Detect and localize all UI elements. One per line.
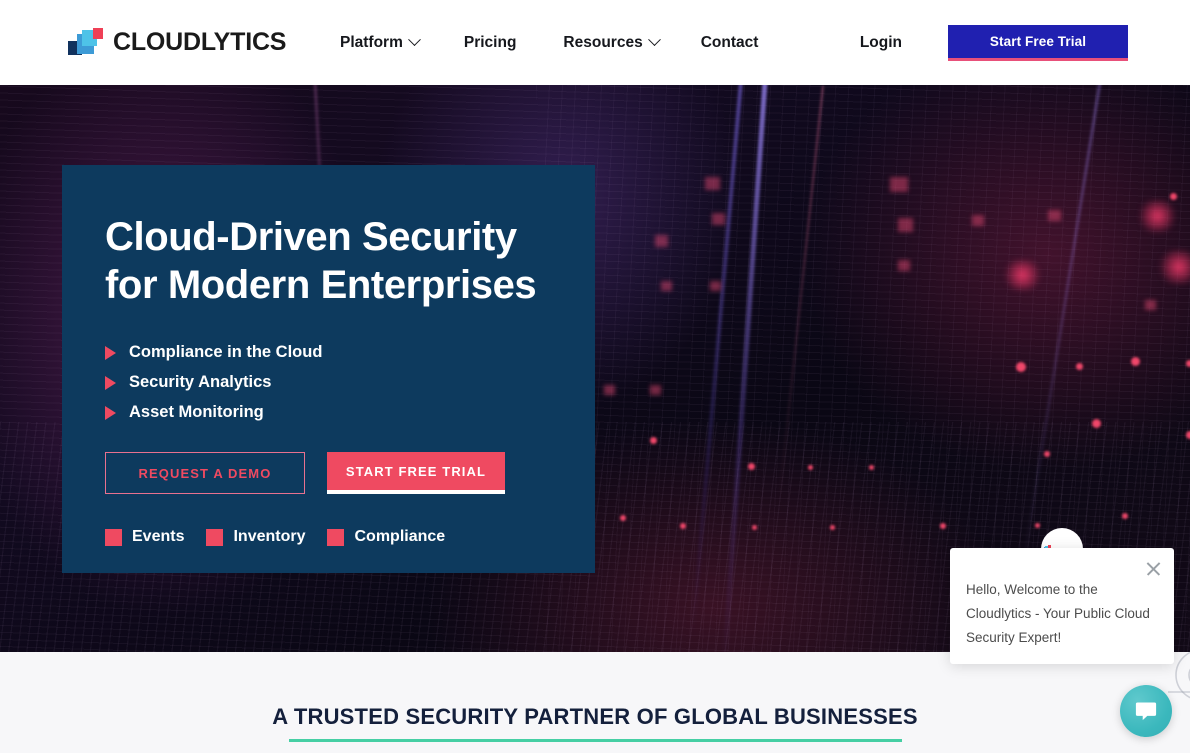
swatch-icon (105, 528, 122, 546)
chat-welcome-popup: Hello, Welcome to the Cloudlytics - Your… (950, 548, 1174, 664)
chevron-down-icon (408, 33, 421, 47)
start-free-trial-button[interactable]: Start Free Trial (948, 24, 1128, 61)
hero-content-card: Cloud-Driven Security for Modern Enterpr… (62, 165, 595, 573)
hero-title-line1: Cloud-Driven Security (105, 215, 517, 259)
tag-label: Events (132, 528, 185, 545)
hero-bullet-label: Asset Monitoring (129, 403, 264, 421)
chat-launcher-button[interactable] (1120, 685, 1172, 737)
triangle-bullet-icon (105, 345, 116, 360)
section-title: A TRUSTED SECURITY PARTNER OF GLOBAL BUS… (272, 704, 918, 729)
brand-logo[interactable]: CLOUDLYTICS (68, 27, 286, 57)
login-link[interactable]: Login (860, 34, 902, 52)
nav-item-resources[interactable]: Resources (563, 33, 661, 52)
trusted-partner-section: A TRUSTED SECURITY PARTNER OF GLOBAL BUS… (0, 652, 1190, 753)
tag-compliance: Compliance (327, 528, 445, 546)
triangle-bullet-icon (105, 375, 116, 390)
close-icon[interactable] (1145, 560, 1162, 577)
list-item: Security Analytics (105, 373, 595, 392)
nav-item-contact[interactable]: Contact (701, 34, 759, 52)
trusted-heading-block: A TRUSTED SECURITY PARTNER OF GLOBAL BUS… (0, 704, 1190, 753)
hero-title-line2: for Modern Enterprises (105, 263, 537, 307)
hero-title: Cloud-Driven Security for Modern Enterpr… (105, 213, 545, 309)
nav-item-pricing-label: Pricing (463, 33, 517, 51)
tag-events: Events (105, 528, 184, 546)
hero-start-free-trial-button[interactable]: START FREE TRIAL (327, 452, 505, 494)
title-underline-divider (288, 739, 902, 742)
swatch-icon (206, 528, 224, 546)
hero-tag-row: Events Inventory Compliance (105, 528, 595, 546)
nav-item-contact-label: Contact (700, 33, 759, 51)
list-item: Compliance in the Cloud (105, 343, 595, 362)
hero-cta-group: REQUEST A DEMO START FREE TRIAL (105, 452, 595, 494)
nav-item-pricing[interactable]: Pricing (464, 34, 517, 52)
chat-bubble-icon (1135, 702, 1157, 721)
top-navigation-bar: CLOUDLYTICS Platform Pricing Resources C… (0, 0, 1190, 85)
tag-inventory: Inventory (206, 528, 305, 546)
nav-item-resources-label: Resources (563, 33, 643, 51)
nav-item-platform-label: Platform (340, 33, 403, 51)
hero-bullet-label: Compliance in the Cloud (129, 343, 323, 361)
chat-welcome-message: Hello, Welcome to the Cloudlytics - Your… (966, 582, 1150, 645)
primary-nav: Platform Pricing Resources Contact (340, 0, 758, 85)
swatch-icon (327, 528, 345, 546)
list-item: Asset Monitoring (105, 403, 595, 422)
nav-item-platform[interactable]: Platform (340, 33, 421, 52)
hero-feature-list: Compliance in the Cloud Security Analyti… (105, 343, 595, 422)
tag-label: Compliance (354, 528, 446, 545)
request-a-demo-button[interactable]: REQUEST A DEMO (105, 452, 305, 494)
nav-actions: Login Start Free Trial (860, 0, 1190, 85)
cloudlytics-logo-icon (68, 27, 104, 57)
hero-bullet-label: Security Analytics (129, 373, 272, 391)
tag-label: Inventory (233, 528, 306, 545)
chevron-down-icon (647, 33, 661, 47)
brand-name: CLOUDLYTICS (113, 27, 287, 56)
triangle-bullet-icon (105, 405, 116, 420)
